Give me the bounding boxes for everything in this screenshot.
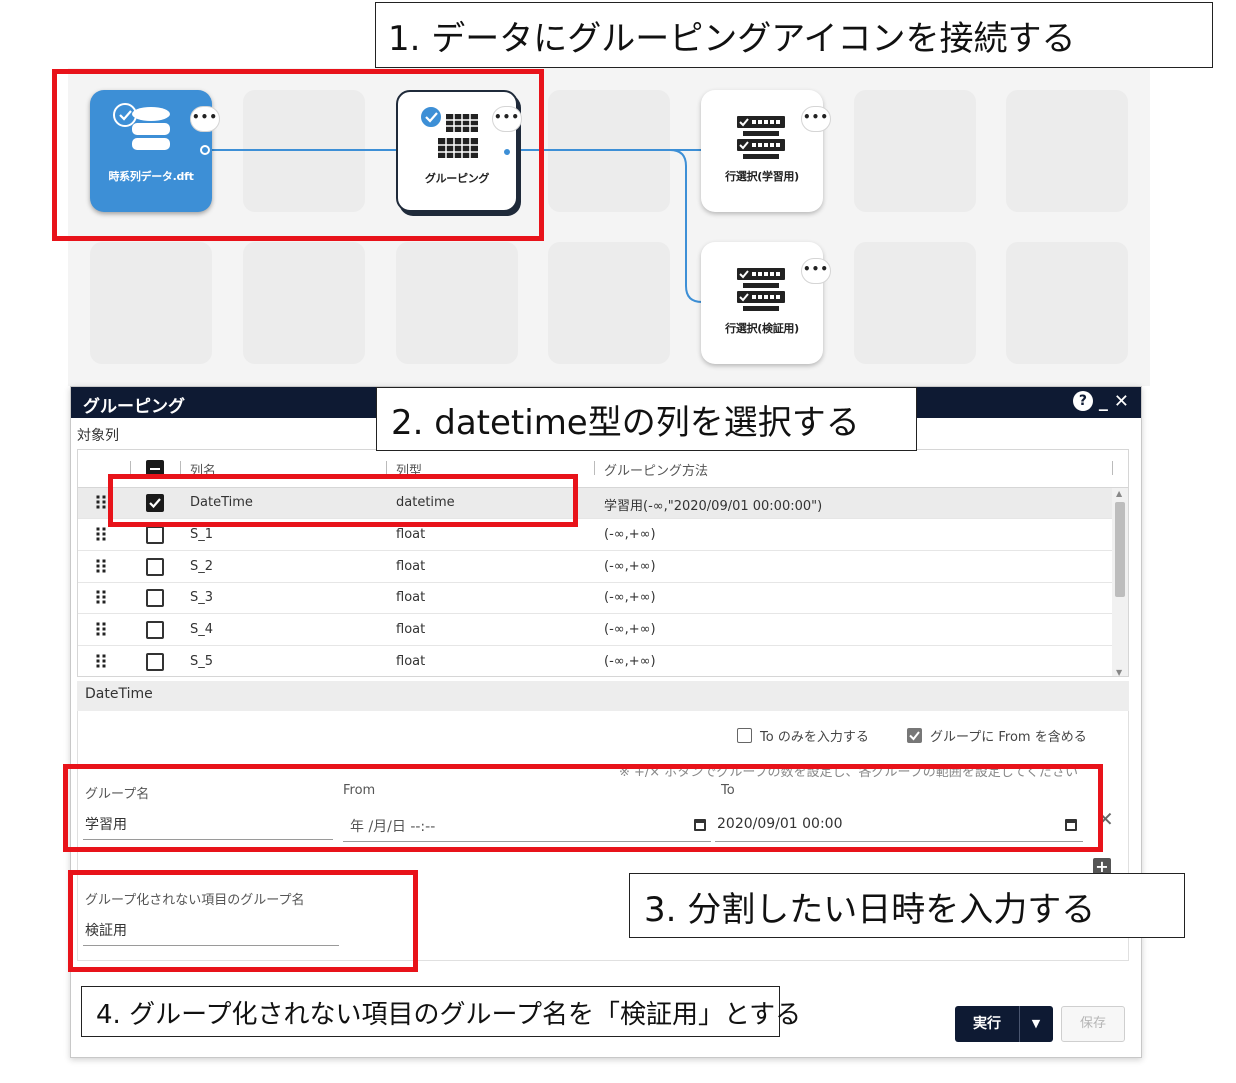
- highlight-ungrouped-name: [68, 870, 418, 972]
- screenshot-root: ••• 時系列データ.dft ••• グルーピング ••• 行選択(学習用) •…: [0, 0, 1236, 1083]
- row-checkbox[interactable]: [146, 653, 164, 671]
- table-row[interactable]: S_4 float (-∞,+∞): [78, 615, 1114, 647]
- drag-handle-icon[interactable]: [96, 590, 108, 606]
- table-row[interactable]: S_3 float (-∞,+∞): [78, 583, 1114, 615]
- target-columns-label: 対象列: [77, 428, 119, 444]
- table-scrollbar[interactable]: ▲ ▼: [1112, 488, 1128, 676]
- row-checkbox[interactable]: [146, 589, 164, 608]
- run-split-button: 実行 ▼: [955, 1006, 1053, 1042]
- highlight-datetime-row: [108, 474, 578, 527]
- drag-handle-icon[interactable]: [96, 495, 108, 511]
- highlight-connection: [52, 69, 544, 241]
- grouping-method-cell: 学習用(-∞,"2020/09/01 00:00:00"): [604, 499, 823, 514]
- column-type-cell: float: [396, 622, 426, 638]
- row-checkbox[interactable]: [146, 557, 164, 576]
- node-label: 行選択(検証用): [725, 322, 799, 335]
- option-include-from[interactable]: グループに From を含める: [907, 726, 1087, 745]
- drag-handle-icon[interactable]: [96, 654, 108, 670]
- drag-handle-icon[interactable]: [96, 527, 108, 543]
- table-row[interactable]: S_2 float (-∞,+∞): [78, 552, 1114, 583]
- column-type-cell: float: [396, 590, 426, 606]
- column-name-cell: S_4: [190, 622, 214, 638]
- minimize-icon[interactable]: _: [1099, 391, 1108, 412]
- node-label: 行選択(学習用): [725, 170, 799, 183]
- grouping-method-cell: (-∞,+∞): [604, 558, 656, 574]
- help-icon[interactable]: ?: [1072, 391, 1093, 411]
- table-row[interactable]: S_5 float (-∞,+∞): [78, 647, 1114, 676]
- option-label: To のみを入力する: [760, 730, 869, 745]
- callout-step2: 2. datetime型の列を選択する: [376, 387, 917, 451]
- node-menu-button[interactable]: •••: [801, 258, 831, 284]
- grouping-method-cell: (-∞,+∞): [604, 622, 656, 638]
- column-name-cell: S_3: [190, 590, 214, 606]
- highlight-group-inputs: [63, 764, 1103, 852]
- drag-handle-icon[interactable]: [96, 559, 108, 575]
- grouping-method-cell: (-∞,+∞): [604, 526, 656, 542]
- run-button[interactable]: 実行: [955, 1006, 1019, 1042]
- column-name-cell: S_2: [190, 558, 214, 574]
- column-type-cell: float: [396, 526, 426, 542]
- column-type-cell: float: [396, 558, 426, 574]
- column-name-cell: S_5: [190, 654, 214, 669]
- node-row-select-valid[interactable]: ••• 行選択(検証用): [701, 242, 831, 364]
- callout-step1: 1. データにグルーピングアイコンを接続する: [375, 2, 1213, 68]
- row-select-icon: [737, 114, 787, 160]
- callout-step4: 4. グループ化されない項目のグループ名を「検証用」とする: [81, 986, 801, 1037]
- callout-step3: 3. 分割したい日時を入力する: [629, 873, 1185, 938]
- row-select-icon: [737, 266, 787, 312]
- node-menu-button[interactable]: •••: [801, 106, 831, 132]
- save-button[interactable]: 保存: [1061, 1006, 1125, 1042]
- include-from-checkbox[interactable]: [907, 728, 922, 743]
- detail-section-title: DateTime: [77, 681, 1129, 711]
- node-row-select-train[interactable]: ••• 行選択(学習用): [701, 90, 831, 212]
- to-only-checkbox[interactable]: [737, 728, 752, 743]
- option-label: グループに From を含める: [930, 730, 1087, 745]
- drag-handle-icon[interactable]: [96, 622, 108, 638]
- column-name-cell: S_1: [190, 526, 214, 542]
- grouping-method-cell: (-∞,+∞): [604, 590, 656, 606]
- dialog-title: グルーピング: [83, 397, 185, 417]
- scrollbar-thumb[interactable]: [1115, 502, 1125, 597]
- run-dropdown-icon[interactable]: ▼: [1019, 1006, 1053, 1042]
- column-type-cell: float: [396, 654, 426, 669]
- option-to-only[interactable]: To のみを入力する: [737, 726, 869, 745]
- grouping-method-cell: (-∞,+∞): [604, 654, 656, 669]
- header-grouping-method[interactable]: グルーピング方法: [604, 460, 708, 479]
- row-checkbox[interactable]: [146, 621, 164, 640]
- close-icon[interactable]: ✕: [1114, 391, 1129, 412]
- row-checkbox[interactable]: [146, 525, 164, 544]
